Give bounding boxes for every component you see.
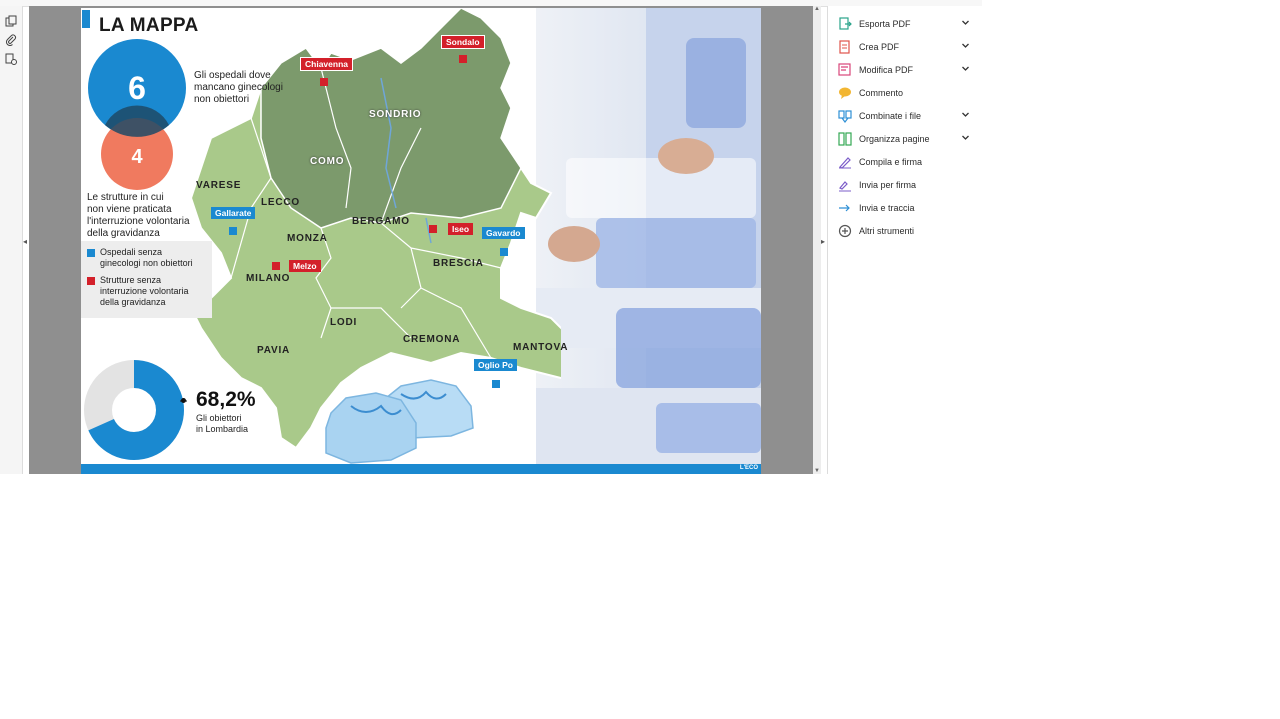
fill-sign-icon: [838, 155, 852, 169]
province-label: MONZA: [287, 233, 328, 244]
chevron-down-icon[interactable]: [961, 18, 970, 29]
legend-item-hospitals: Ospedali senza ginecologi non obiettori: [100, 247, 193, 268]
hospital-tag-red: Chiavenna: [300, 57, 353, 71]
title-accent-bar: [82, 10, 90, 28]
hospitals-count: 6: [128, 70, 146, 106]
province-label: LECCO: [261, 197, 300, 208]
publisher-logo: L'ECO: [739, 465, 758, 471]
acrobat-window: ◂ LA MAPPA 6 4 Gli ospedali dove mancano…: [0, 0, 983, 474]
tool-edit-pdf[interactable]: Modifica PDF: [838, 60, 978, 80]
tool-label: Compila e firma: [859, 157, 923, 167]
send-track-icon: [838, 201, 852, 215]
province-label: CREMONA: [403, 334, 461, 345]
create-pdf-icon: [838, 40, 852, 54]
hospital-marker-blue: [500, 248, 508, 256]
hospital-marker-blue: [229, 227, 237, 235]
province-label: VARESE: [196, 180, 242, 191]
attachment-icon[interactable]: [4, 33, 18, 47]
comment-icon: [838, 86, 852, 100]
hospital-tag-red: Sondalo: [441, 35, 485, 49]
tool-label: Invia per firma: [859, 180, 917, 190]
province-label: PAVIA: [257, 345, 291, 356]
tool-label: Altri strumenti: [859, 226, 915, 236]
tools-panel: Esporta PDF Crea PDF Modifica PDF Commento C…: [827, 6, 983, 474]
chevron-down-icon[interactable]: [961, 64, 970, 75]
tool-label: Modifica PDF: [859, 65, 914, 75]
tool-more-tools[interactable]: Altri strumenti: [838, 221, 978, 241]
page-footer-band: [81, 464, 761, 474]
donut-pointer-dot: [181, 398, 186, 403]
organize-pages-icon: [838, 132, 852, 146]
province-label: MANTOVA: [513, 342, 569, 353]
hospital-marker-red: [429, 225, 437, 233]
baby-shoes-illustration: [325, 379, 474, 464]
tool-label: Invia e traccia: [859, 203, 915, 213]
objectors-percentage: 68,2%: [196, 388, 256, 411]
document-lock-icon[interactable]: [4, 52, 18, 66]
combine-files-icon: [838, 109, 852, 123]
vertical-scrollbar[interactable]: ▲ ▼: [813, 6, 821, 474]
hospital-marker-red: [459, 55, 467, 63]
hospital-tag-red: Iseo: [448, 223, 474, 235]
tool-send-signature[interactable]: Invia per firma: [838, 175, 978, 195]
chevron-down-icon[interactable]: [961, 41, 970, 52]
legend-item-structures: Strutture senza interruzione volontaria …: [100, 275, 189, 307]
tool-send-track[interactable]: Invia e traccia: [838, 198, 978, 218]
infographic-title: LA MAPPA: [99, 15, 199, 36]
province-label: BRESCIA: [433, 258, 484, 269]
tool-label: Organizza pagine: [859, 134, 930, 144]
province-label: COMO: [310, 156, 345, 167]
tool-organize-pages[interactable]: Organizza pagine: [838, 129, 978, 149]
hospital-marker-red: [272, 262, 280, 270]
province-label: LODI: [330, 317, 358, 328]
tool-label: Crea PDF: [859, 42, 900, 52]
objectors-caption: Gli obiettori in Lombardia: [196, 413, 249, 434]
tool-fill-sign[interactable]: Compila e firma: [838, 152, 978, 172]
structures-count: 4: [131, 146, 143, 168]
hospital-marker-red: [320, 78, 328, 86]
objectors-donut-chart: [84, 360, 187, 460]
legend-swatch-blue: [87, 249, 95, 257]
more-tools-icon: [838, 224, 852, 238]
export-pdf-icon: [838, 17, 852, 31]
scroll-up-arrow-icon[interactable]: ▲: [813, 6, 821, 12]
collapse-left-panel-button[interactable]: ◂: [23, 237, 27, 246]
left-navigation-rail: [0, 6, 23, 474]
hospital-tag-blue: Gavardo: [482, 227, 525, 239]
hospital-tag-blue: Gallarate: [211, 207, 256, 219]
newborn-nursery-photo: [536, 8, 761, 464]
tool-export-pdf[interactable]: Esporta PDF: [838, 14, 978, 34]
tool-label: Combinate i file: [859, 111, 922, 121]
edit-pdf-icon: [838, 63, 852, 77]
scroll-down-arrow-icon[interactable]: ▼: [813, 468, 821, 474]
chevron-down-icon[interactable]: [961, 133, 970, 144]
province-label: BERGAMO: [352, 216, 410, 227]
chevron-down-icon[interactable]: [961, 110, 970, 121]
tool-label: Esporta PDF: [859, 19, 911, 29]
pdf-page: LA MAPPA 6 4 Gli ospedali dove mancano g…: [81, 8, 761, 474]
hospital-tag-red: Melzo: [289, 260, 321, 272]
hospital-tag-blue: Oglio Po: [474, 359, 517, 371]
tool-comment[interactable]: Commento: [838, 83, 978, 103]
tool-combine-files[interactable]: Combinate i file: [838, 106, 978, 126]
hospitals-caption: Gli ospedali dove mancano ginecologi non…: [194, 70, 283, 105]
copy-pages-icon[interactable]: [4, 14, 18, 28]
send-signature-icon: [838, 178, 852, 192]
tool-label: Commento: [859, 88, 904, 98]
province-label: SONDRIO: [369, 109, 422, 120]
province-label: MILANO: [246, 273, 291, 284]
legend-swatch-red: [87, 277, 95, 285]
tool-create-pdf[interactable]: Crea PDF: [838, 37, 978, 57]
collapse-right-panel-button[interactable]: ▸: [821, 237, 825, 246]
hospital-marker-blue: [492, 380, 500, 388]
stat-circles: [88, 39, 186, 190]
structures-caption: Le strutture in cui non viene praticata …: [87, 192, 190, 239]
